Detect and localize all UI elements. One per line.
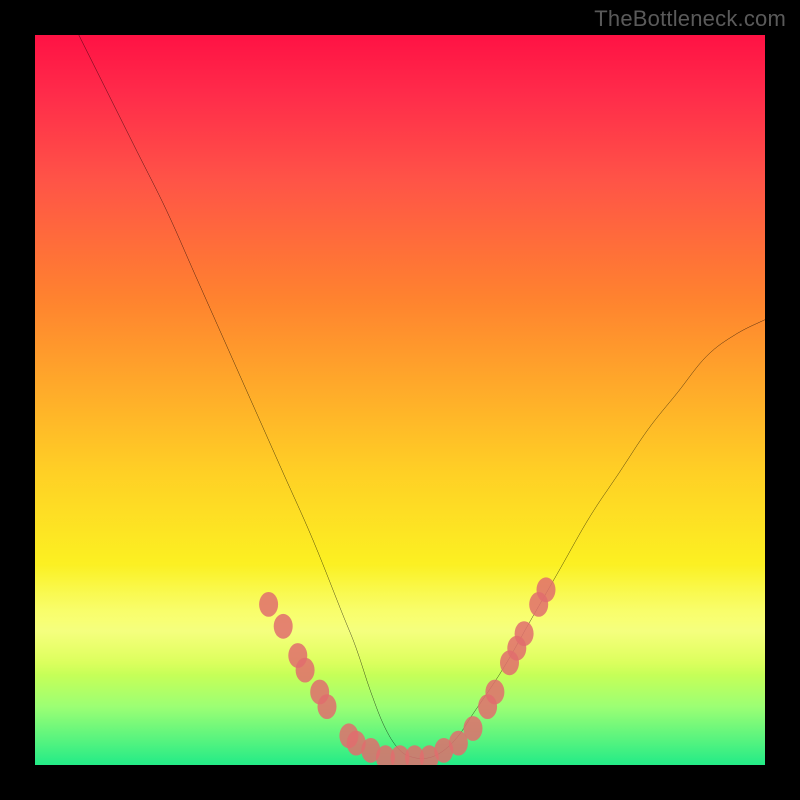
data-marker xyxy=(537,577,556,602)
data-marker xyxy=(296,658,315,683)
data-marker xyxy=(464,716,483,741)
watermark-text: TheBottleneck.com xyxy=(594,6,786,32)
bottleneck-curve xyxy=(79,35,765,759)
chart-svg xyxy=(35,35,765,765)
data-marker xyxy=(515,621,534,646)
marker-group xyxy=(259,577,555,765)
data-marker xyxy=(318,694,337,719)
data-marker xyxy=(485,680,504,705)
chart-frame: TheBottleneck.com xyxy=(0,0,800,800)
data-marker xyxy=(259,592,278,617)
plot-area xyxy=(35,35,765,765)
data-marker xyxy=(274,614,293,639)
